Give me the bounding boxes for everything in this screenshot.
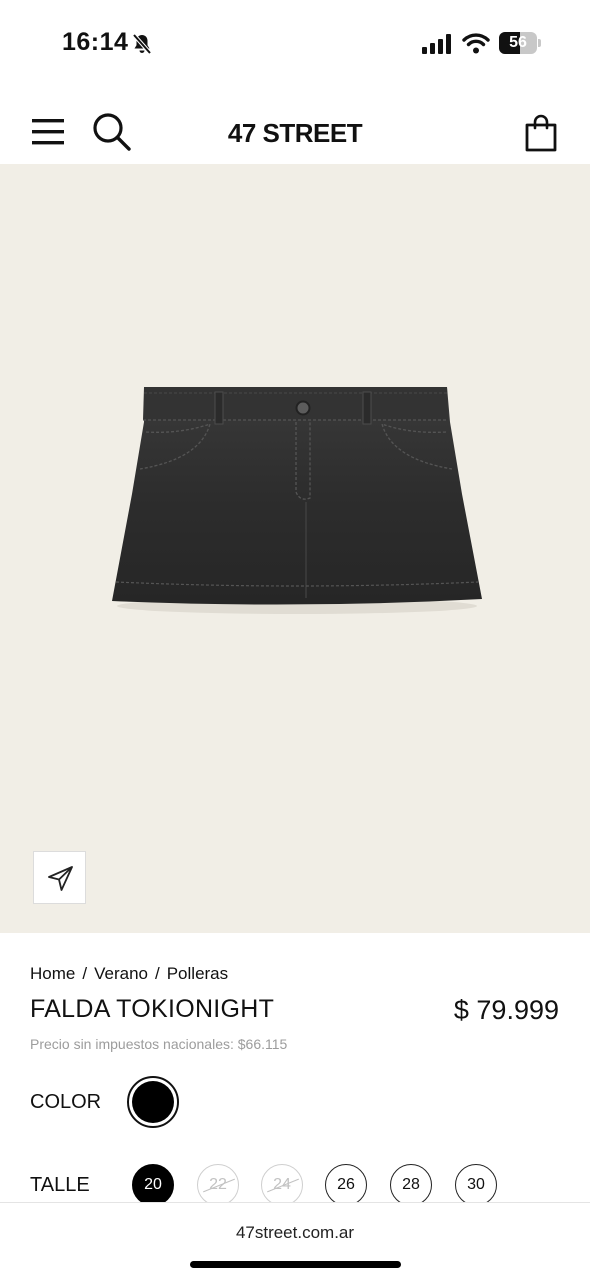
site-header: 47 STREET (0, 100, 590, 164)
shopping-bag-icon[interactable] (524, 114, 558, 152)
tax-note: Precio sin impuestos nacionales: $66.115 (30, 1036, 288, 1052)
size-option-20[interactable]: 20 (132, 1164, 174, 1206)
send-icon (48, 866, 73, 891)
product-title: FALDA TOKIONIGHT (30, 995, 275, 1023)
color-swatch-fill (132, 1081, 174, 1123)
size-option-24[interactable]: 24 (261, 1164, 303, 1206)
color-label: COLOR (30, 1091, 102, 1113)
breadcrumb-polleras[interactable]: Polleras (167, 964, 228, 984)
breadcrumb-separator: / (154, 964, 160, 983)
size-option-30[interactable]: 30 (455, 1164, 497, 1206)
bell-slash-icon (132, 33, 152, 55)
wifi-icon (462, 33, 490, 54)
signal-icon (422, 34, 451, 54)
color-swatch-black[interactable] (127, 1076, 179, 1128)
home-indicator[interactable] (190, 1261, 401, 1268)
battery-icon: 56 (499, 32, 541, 54)
breadcrumb: Home / Verano / Polleras (30, 964, 228, 984)
status-time: 16:14 (62, 28, 129, 56)
breadcrumb-home[interactable]: Home (30, 964, 75, 984)
battery-level: 56 (509, 34, 527, 51)
product-price: $ 79.999 (453, 995, 559, 1025)
url-text[interactable]: 47street.com.ar (0, 1223, 590, 1243)
size-label: TALLE (30, 1174, 90, 1196)
product-image (112, 387, 482, 614)
breadcrumb-verano[interactable]: Verano (94, 964, 148, 984)
share-button[interactable] (33, 851, 86, 904)
size-option-28[interactable]: 28 (390, 1164, 432, 1206)
size-option-22[interactable]: 22 (197, 1164, 239, 1206)
size-option-26[interactable]: 26 (325, 1164, 367, 1206)
browser-url-bar[interactable]: 47street.com.ar (0, 1202, 590, 1280)
product-image-area[interactable] (0, 164, 590, 933)
site-logo[interactable]: 47 STREET (0, 118, 590, 149)
breadcrumb-separator: / (82, 964, 88, 983)
status-bar: 16:14 56 (0, 0, 590, 90)
